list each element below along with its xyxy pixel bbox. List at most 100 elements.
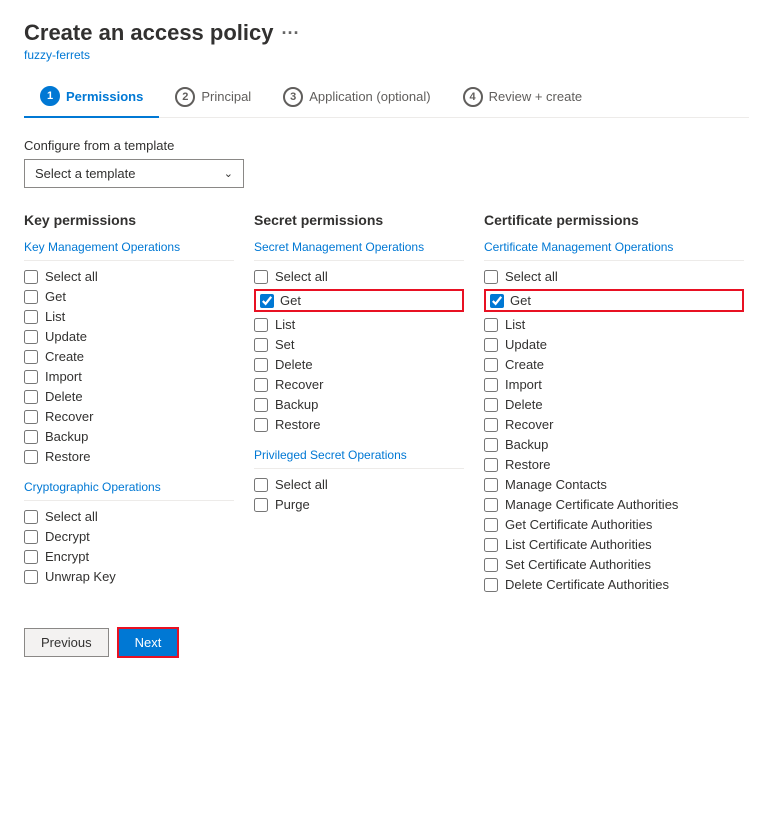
next-button[interactable]: Next: [117, 627, 180, 658]
key-backup-label[interactable]: Backup: [45, 429, 88, 444]
cert-manage-ca-checkbox[interactable]: [484, 498, 498, 512]
key-restore-checkbox[interactable]: [24, 450, 38, 464]
key-update-checkbox[interactable]: [24, 330, 38, 344]
step-principal[interactable]: 2 Principal: [159, 79, 267, 117]
cert-restore-checkbox[interactable]: [484, 458, 498, 472]
priv-secret-purge-label[interactable]: Purge: [275, 497, 310, 512]
list-item: Recover: [254, 377, 464, 392]
key-import-checkbox[interactable]: [24, 370, 38, 384]
cert-backup-checkbox[interactable]: [484, 438, 498, 452]
key-get-label[interactable]: Get: [45, 289, 66, 304]
cert-import-label[interactable]: Import: [505, 377, 542, 392]
cert-delete-ca-checkbox[interactable]: [484, 578, 498, 592]
cert-update-label[interactable]: Update: [505, 337, 547, 352]
key-select-all-checkbox[interactable]: [24, 270, 38, 284]
secret-recover-checkbox[interactable]: [254, 378, 268, 392]
secret-backup-checkbox[interactable]: [254, 398, 268, 412]
crypto-encrypt-checkbox[interactable]: [24, 550, 38, 564]
key-get-checkbox[interactable]: [24, 290, 38, 304]
secret-list-checkbox[interactable]: [254, 318, 268, 332]
list-item: Restore: [254, 417, 464, 432]
crypto-unwrap-label[interactable]: Unwrap Key: [45, 569, 116, 584]
step-3-label: Application (optional): [309, 89, 430, 104]
list-item: Update: [24, 329, 234, 344]
key-delete-checkbox[interactable]: [24, 390, 38, 404]
cert-get-label[interactable]: Get: [510, 293, 531, 308]
secret-get-checkbox[interactable]: [260, 294, 274, 308]
template-dropdown[interactable]: Select a template ⌄: [24, 159, 244, 188]
step-review-create[interactable]: 4 Review + create: [447, 79, 599, 117]
key-create-label[interactable]: Create: [45, 349, 84, 364]
key-recover-checkbox[interactable]: [24, 410, 38, 424]
cert-backup-label[interactable]: Backup: [505, 437, 548, 452]
cert-set-ca-checkbox[interactable]: [484, 558, 498, 572]
secret-list-label[interactable]: List: [275, 317, 295, 332]
cert-select-all-checkbox[interactable]: [484, 270, 498, 284]
step-permissions[interactable]: 1 Permissions: [24, 78, 159, 118]
cert-delete-ca-label[interactable]: Delete Certificate Authorities: [505, 577, 669, 592]
cert-get-checkbox[interactable]: [490, 294, 504, 308]
crypto-decrypt-label[interactable]: Decrypt: [45, 529, 90, 544]
cert-get-ca-label[interactable]: Get Certificate Authorities: [505, 517, 652, 532]
cert-list-checkbox[interactable]: [484, 318, 498, 332]
cert-restore-label[interactable]: Restore: [505, 457, 551, 472]
cert-update-checkbox[interactable]: [484, 338, 498, 352]
key-list-checkbox[interactable]: [24, 310, 38, 324]
secret-set-checkbox[interactable]: [254, 338, 268, 352]
cert-list-ca-label[interactable]: List Certificate Authorities: [505, 537, 652, 552]
key-import-label[interactable]: Import: [45, 369, 82, 384]
cert-manage-contacts-checkbox[interactable]: [484, 478, 498, 492]
cert-list-label[interactable]: List: [505, 317, 525, 332]
priv-secret-select-all-label[interactable]: Select all: [275, 477, 328, 492]
breadcrumb[interactable]: fuzzy-ferrets: [24, 48, 749, 62]
cert-import-checkbox[interactable]: [484, 378, 498, 392]
list-item: Purge: [254, 497, 464, 512]
crypto-encrypt-label[interactable]: Encrypt: [45, 549, 89, 564]
secret-get-label[interactable]: Get: [280, 293, 301, 308]
priv-secret-select-all-checkbox[interactable]: [254, 478, 268, 492]
key-restore-label[interactable]: Restore: [45, 449, 91, 464]
cert-recover-checkbox[interactable]: [484, 418, 498, 432]
ellipsis-menu[interactable]: ···: [281, 23, 299, 44]
previous-button[interactable]: Previous: [24, 628, 109, 657]
list-item: Backup: [24, 429, 234, 444]
template-label: Configure from a template: [24, 138, 749, 153]
key-update-label[interactable]: Update: [45, 329, 87, 344]
secret-delete-label[interactable]: Delete: [275, 357, 313, 372]
secret-recover-label[interactable]: Recover: [275, 377, 323, 392]
secret-select-all-label[interactable]: Select all: [275, 269, 328, 284]
page-title: Create an access policy ···: [24, 20, 299, 46]
key-recover-label[interactable]: Recover: [45, 409, 93, 424]
cert-recover-label[interactable]: Recover: [505, 417, 553, 432]
cert-delete-checkbox[interactable]: [484, 398, 498, 412]
secret-select-all-checkbox[interactable]: [254, 270, 268, 284]
key-create-checkbox[interactable]: [24, 350, 38, 364]
key-select-all-label[interactable]: Select all: [45, 269, 98, 284]
secret-set-label[interactable]: Set: [275, 337, 295, 352]
key-backup-checkbox[interactable]: [24, 430, 38, 444]
cert-list-ca-checkbox[interactable]: [484, 538, 498, 552]
list-item: Select all: [254, 477, 464, 492]
key-delete-label[interactable]: Delete: [45, 389, 83, 404]
cert-manage-ca-label[interactable]: Manage Certificate Authorities: [505, 497, 678, 512]
cert-create-label[interactable]: Create: [505, 357, 544, 372]
secret-restore-checkbox[interactable]: [254, 418, 268, 432]
cert-select-all-label[interactable]: Select all: [505, 269, 558, 284]
cert-delete-label[interactable]: Delete: [505, 397, 543, 412]
list-item: Manage Certificate Authorities: [484, 497, 744, 512]
cert-create-checkbox[interactable]: [484, 358, 498, 372]
secret-delete-checkbox[interactable]: [254, 358, 268, 372]
key-list-label[interactable]: List: [45, 309, 65, 324]
cert-get-ca-checkbox[interactable]: [484, 518, 498, 532]
cert-set-ca-label[interactable]: Set Certificate Authorities: [505, 557, 651, 572]
step-application[interactable]: 3 Application (optional): [267, 79, 446, 117]
secret-restore-label[interactable]: Restore: [275, 417, 321, 432]
cert-manage-contacts-label[interactable]: Manage Contacts: [505, 477, 607, 492]
crypto-decrypt-checkbox[interactable]: [24, 530, 38, 544]
priv-secret-purge-checkbox[interactable]: [254, 498, 268, 512]
crypto-unwrap-checkbox[interactable]: [24, 570, 38, 584]
secret-backup-label[interactable]: Backup: [275, 397, 318, 412]
crypto-select-all-label[interactable]: Select all: [45, 509, 98, 524]
list-item: Recover: [24, 409, 234, 424]
crypto-select-all-checkbox[interactable]: [24, 510, 38, 524]
